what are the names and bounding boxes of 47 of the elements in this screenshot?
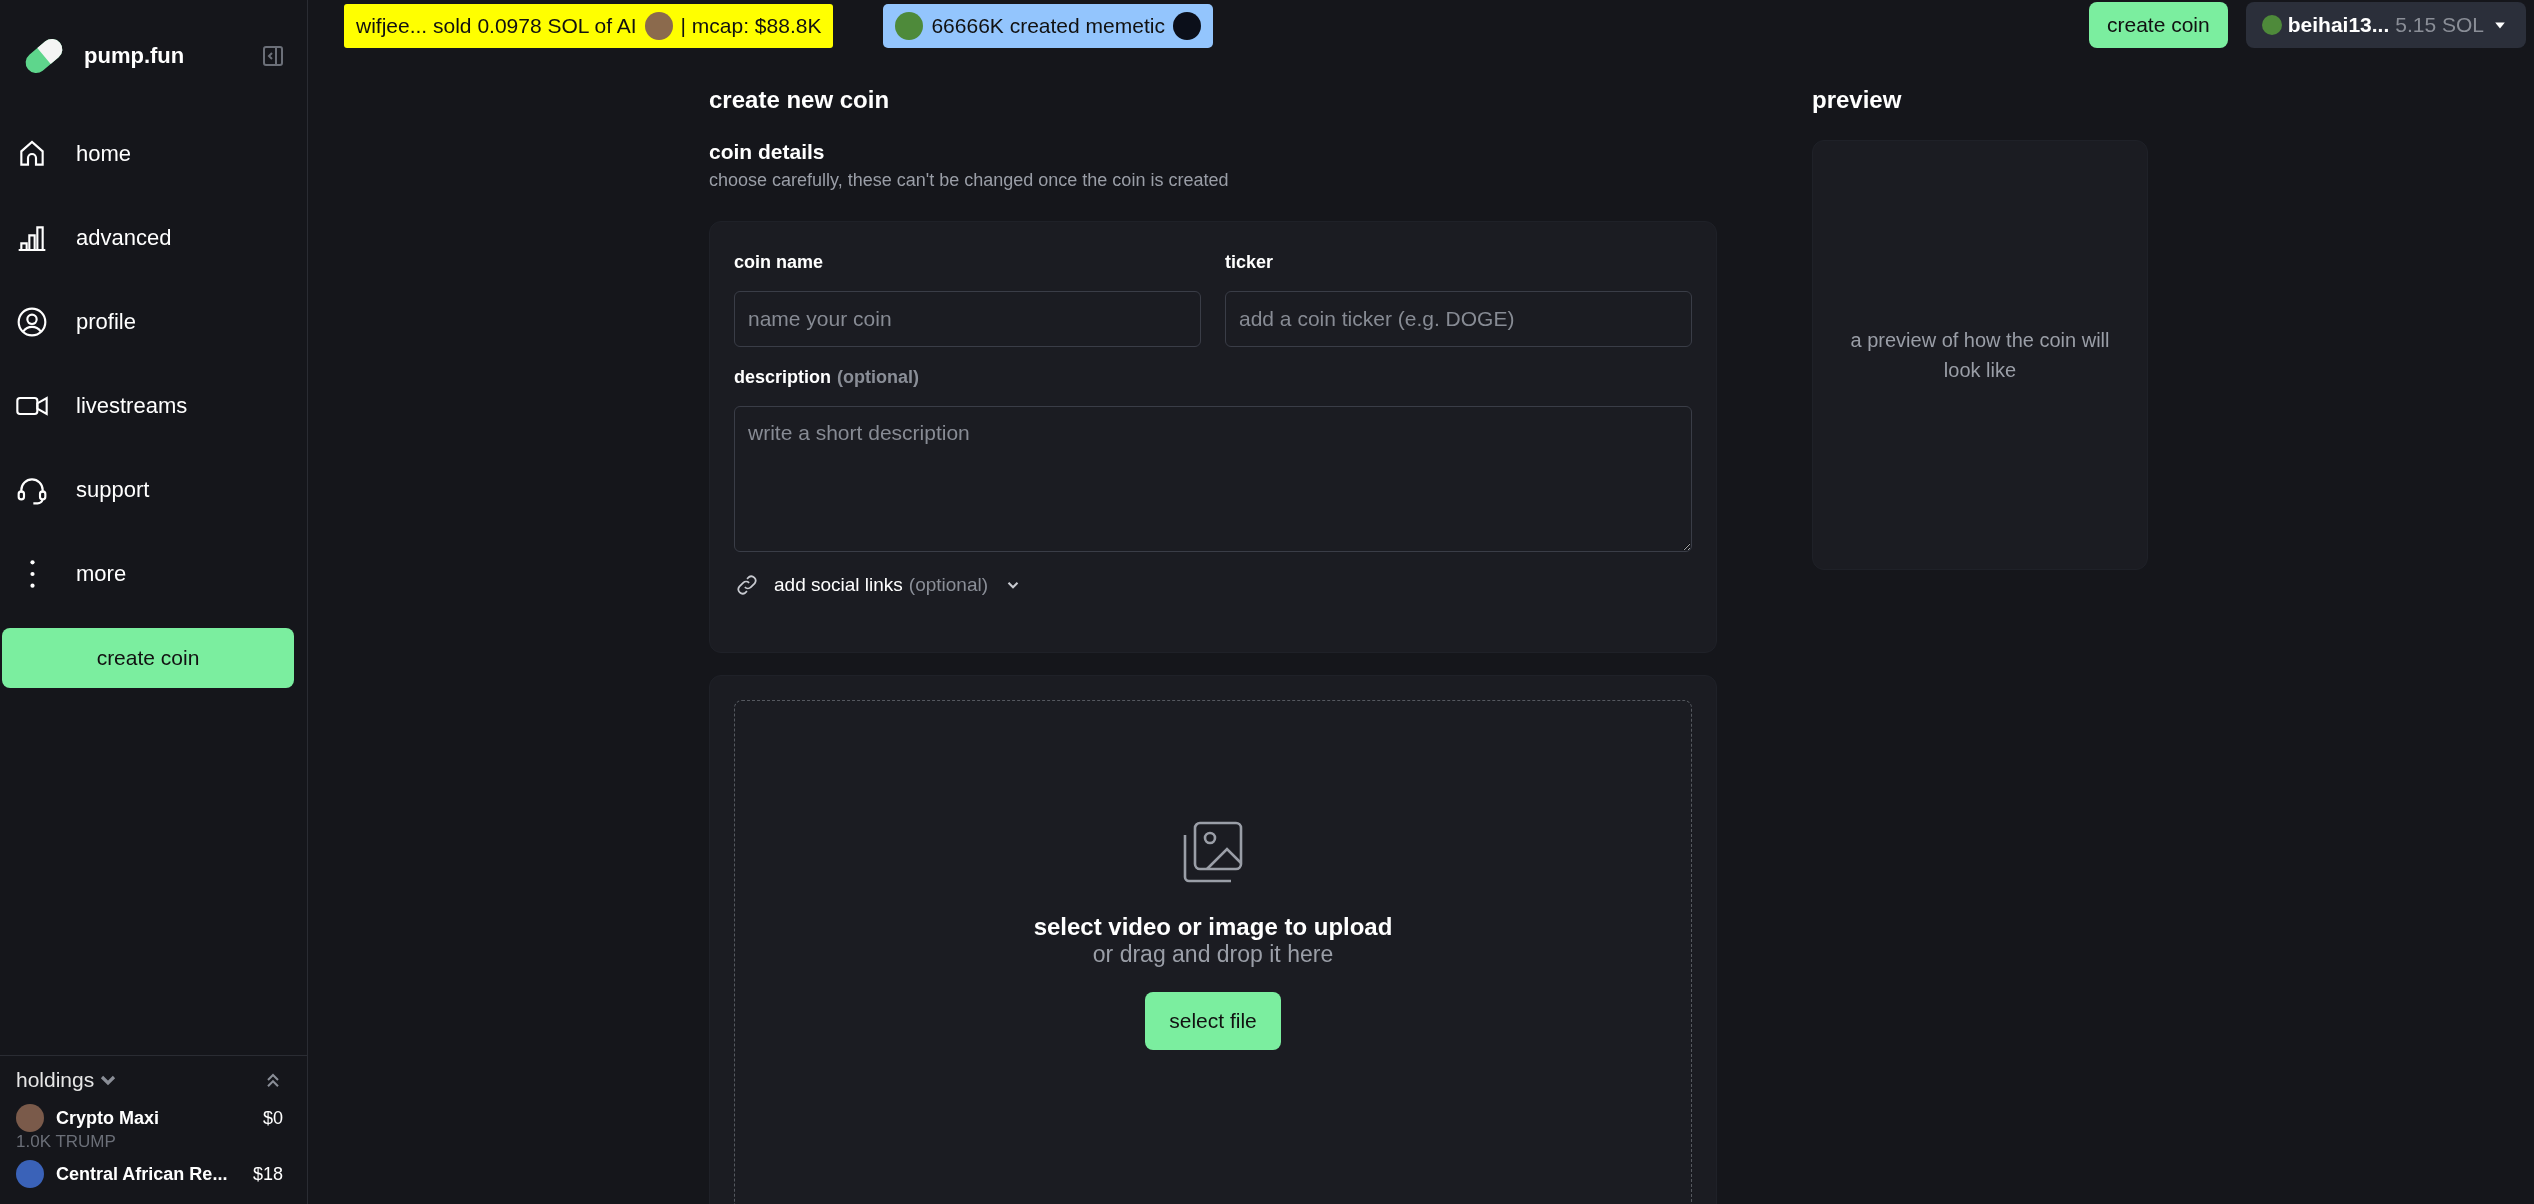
brand-name[interactable]: pump.fun (84, 43, 247, 69)
coin-avatar (16, 1104, 44, 1132)
link-icon (734, 572, 760, 598)
upload-title: select video or image to upload (1033, 912, 1393, 941)
holding-name[interactable]: Central African Re... (56, 1163, 241, 1185)
preview-placeholder-text: a preview of how the coin will look like (1849, 328, 2111, 383)
holding-value: $18 (252, 1163, 283, 1185)
coin-avatar (644, 12, 673, 40)
coin-avatar (16, 1160, 44, 1188)
user-circle-icon (16, 306, 48, 338)
add-social-links-toggle[interactable]: add social links (optional) (734, 572, 1023, 598)
page-title: create new coin (709, 86, 891, 115)
holding-value: $0 (262, 1107, 283, 1129)
activity-ticker[interactable]: 66666K created memetic (883, 4, 1213, 48)
select-file-button[interactable]: select file (1145, 991, 1281, 1050)
wallet-button[interactable]: beihai13... 5.15 SOL (2245, 2, 2526, 48)
nav-item[interactable]: support (0, 448, 307, 532)
optional-hint: (optional) (837, 367, 919, 388)
create-coin-button[interactable]: create coin (2, 628, 294, 688)
field-label: ticker (1225, 252, 1275, 273)
holdings-dropdown[interactable]: holdings (16, 1068, 115, 1092)
activity-ticker[interactable]: wifjee... sold 0.0978 SOL of AI | mcap: $88.8K (344, 4, 834, 48)
nav-item[interactable]: profile (0, 280, 307, 364)
preview-title: preview (1812, 86, 1903, 115)
holding-name[interactable]: Crypto Maxi (56, 1107, 251, 1129)
section-title: coin details (709, 140, 826, 164)
nav-item[interactable]: home (0, 112, 307, 196)
description-field[interactable]: write a short description (734, 406, 1692, 552)
create-coin-button[interactable]: create coin (2089, 2, 2228, 48)
more-icon (29, 560, 35, 588)
ticker-field[interactable]: add a coin ticker (e.g. DOGE) (1225, 291, 1692, 347)
coin-avatar (1172, 12, 1201, 40)
image-icon (1181, 820, 1245, 885)
field-label: coin name (734, 252, 825, 273)
user-avatar (895, 12, 924, 40)
nav-item[interactable]: more (0, 532, 307, 616)
section-note: choose carefully, these can't be changed once the coin is created (709, 170, 1230, 191)
field-label: description (734, 367, 831, 388)
nav-item[interactable]: advanced (0, 196, 307, 280)
drop-zone[interactable]: select video or image to upload or drag and drop it here select file (734, 700, 1692, 1204)
collapse-sidebar-icon[interactable] (261, 44, 285, 68)
upload-subtitle: or drag and drop it here (1092, 940, 1334, 968)
user-avatar (2261, 15, 2282, 35)
chevron-down-icon (102, 1076, 115, 1084)
holding-amount: 1.0K TRUMP (16, 1132, 117, 1152)
coin-name-field[interactable]: name your coin (734, 291, 1201, 347)
nav-item[interactable]: livestreams (0, 364, 307, 448)
